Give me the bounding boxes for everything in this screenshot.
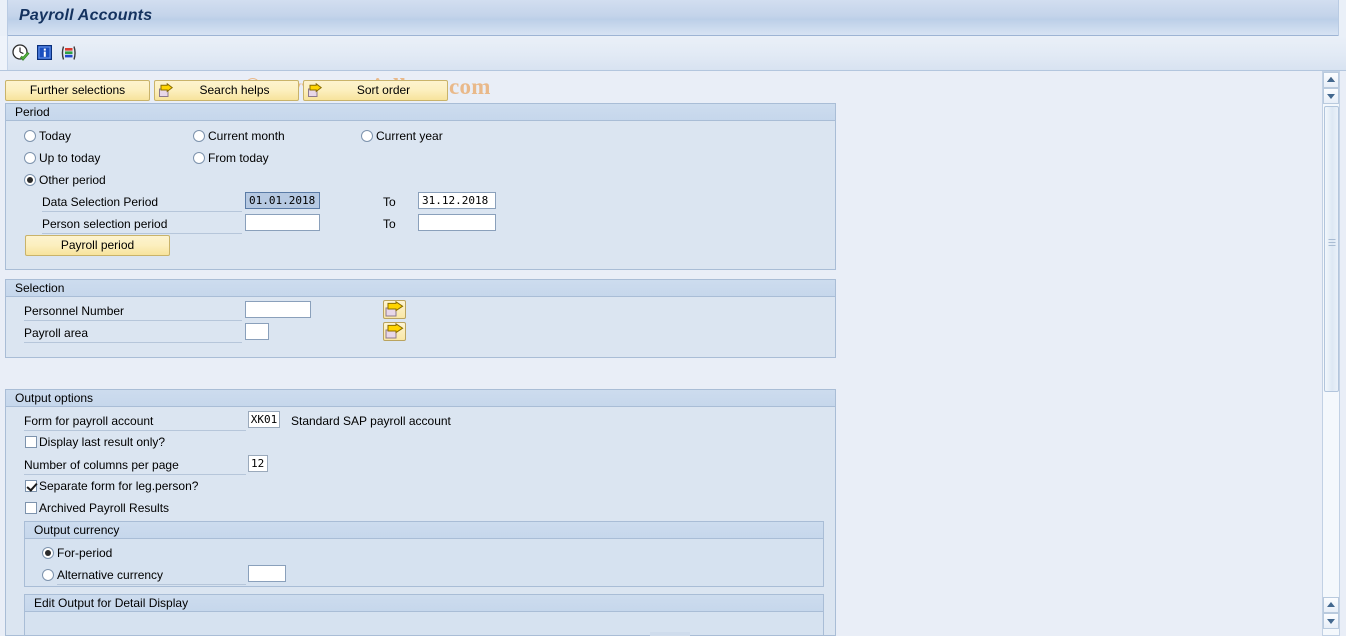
data-selection-to-label: To	[383, 195, 396, 209]
number-of-columns-label: Number of columns per page	[24, 458, 179, 472]
person-selection-period-label: Person selection period	[42, 217, 168, 231]
radio-current-year[interactable]	[361, 130, 373, 142]
form-label-underline	[24, 430, 246, 431]
data-selection-period-to-input[interactable]	[418, 192, 496, 209]
period-panel-header: Period	[6, 104, 835, 121]
information-icon[interactable]	[35, 43, 55, 63]
scroll-up-button-bottom[interactable]	[1323, 597, 1339, 613]
title-bar: Payroll Accounts	[0, 0, 1346, 36]
number-of-columns-underline	[24, 474, 246, 475]
output-currency-subpanel: Output currency For-period Alternative c…	[24, 521, 824, 587]
data-selection-period-label: Data Selection Period	[42, 195, 159, 209]
data-selection-period-from-input[interactable]	[245, 192, 320, 209]
selection-panel: Selection Personnel Number Payroll area	[5, 279, 836, 358]
personnel-number-input[interactable]	[245, 301, 311, 318]
sap-application-window: Payroll Accounts Further selections Sear…	[0, 0, 1346, 636]
radio-for-period[interactable]	[42, 547, 54, 559]
color-legend-icon[interactable]	[59, 43, 79, 63]
radio-today-label: Today	[39, 129, 72, 143]
person-selection-period-to-input[interactable]	[418, 214, 496, 231]
horizontal-scrollbar-thumb[interactable]	[650, 632, 690, 636]
sort-order-label: Sort order	[356, 83, 411, 97]
scrollbar-thumb-grip	[1328, 237, 1335, 248]
display-last-result-label: Display last result only?	[39, 435, 166, 449]
payroll-area-input[interactable]	[245, 323, 269, 340]
radio-alternative-currency-label: Alternative currency	[57, 568, 164, 582]
vertical-scrollbar[interactable]	[1322, 71, 1340, 636]
sort-order-arrow-icon	[307, 82, 323, 99]
radio-current-year-label: Current year	[376, 129, 443, 143]
radio-up-to-today[interactable]	[24, 152, 36, 164]
radio-from-today-label: From today	[208, 151, 269, 165]
form-for-payroll-account-input[interactable]	[248, 411, 280, 428]
title-bar-left-edge	[0, 0, 8, 36]
page-title: Payroll Accounts	[19, 7, 153, 24]
edit-output-detail-display-subpanel: Edit Output for Detail Display	[24, 594, 824, 635]
form-for-payroll-account-label: Form for payroll account	[24, 414, 154, 428]
separate-form-checkbox[interactable]	[25, 480, 37, 492]
radio-from-today[interactable]	[193, 152, 205, 164]
data-selection-period-underline	[42, 211, 242, 212]
alternative-currency-input[interactable]	[248, 565, 286, 582]
payroll-area-multiple-selection-arrow-icon[interactable]	[383, 322, 406, 341]
output-options-panel-header: Output options	[6, 390, 835, 407]
scroll-up-button[interactable]	[1323, 72, 1339, 88]
radio-up-to-today-label: Up to today	[39, 151, 101, 165]
radio-current-month-label: Current month	[208, 129, 285, 143]
radio-other-period[interactable]	[24, 174, 36, 186]
alternative-currency-underline	[57, 584, 246, 585]
radio-current-month[interactable]	[193, 130, 205, 142]
number-of-columns-input[interactable]	[248, 455, 268, 472]
display-last-result-checkbox[interactable]	[25, 436, 37, 448]
sort-order-button[interactable]: Sort order	[303, 80, 448, 101]
output-currency-header: Output currency	[25, 522, 823, 539]
scrollbar-thumb[interactable]	[1324, 106, 1339, 392]
selection-panel-header: Selection	[6, 280, 835, 297]
search-helps-label: Search helps	[199, 83, 270, 97]
title-bar-right-edge	[1338, 0, 1346, 36]
payroll-area-label: Payroll area	[24, 326, 89, 340]
separate-form-label: Separate form for leg.person?	[39, 479, 199, 493]
payroll-period-button[interactable]: Payroll period	[25, 235, 170, 256]
radio-alternative-currency[interactable]	[42, 569, 54, 581]
payroll-area-underline	[24, 342, 242, 343]
radio-today[interactable]	[24, 130, 36, 142]
output-options-panel: Output options Form for payroll account …	[5, 389, 836, 636]
edit-output-detail-display-header: Edit Output for Detail Display	[25, 595, 823, 612]
person-selection-to-label: To	[383, 217, 396, 231]
person-selection-period-underline	[42, 233, 242, 234]
radio-other-period-label: Other period	[39, 173, 106, 187]
person-selection-period-from-input[interactable]	[245, 214, 320, 231]
personnel-number-underline	[24, 320, 242, 321]
scroll-down-button-bottom[interactable]	[1323, 613, 1339, 629]
radio-for-period-label: For-period	[57, 546, 113, 560]
period-panel: Period Today Current month Current year …	[5, 103, 836, 270]
archived-payroll-results-checkbox[interactable]	[25, 502, 37, 514]
form-description-text: Standard SAP payroll account	[291, 414, 451, 428]
personnel-number-multiple-selection-arrow-icon[interactable]	[383, 300, 406, 319]
search-helps-button[interactable]: Search helps	[154, 80, 299, 101]
personnel-number-label: Personnel Number	[24, 304, 125, 318]
archived-payroll-results-label: Archived Payroll Results	[39, 501, 170, 515]
further-selections-button[interactable]: Further selections	[5, 80, 150, 101]
execute-clock-icon[interactable]	[11, 43, 31, 63]
toolbar-left-edge	[0, 36, 8, 70]
application-toolbar: © www.tutorialkart.com	[0, 36, 1346, 99]
scroll-down-button[interactable]	[1323, 88, 1339, 104]
search-helps-arrow-icon	[158, 82, 174, 99]
